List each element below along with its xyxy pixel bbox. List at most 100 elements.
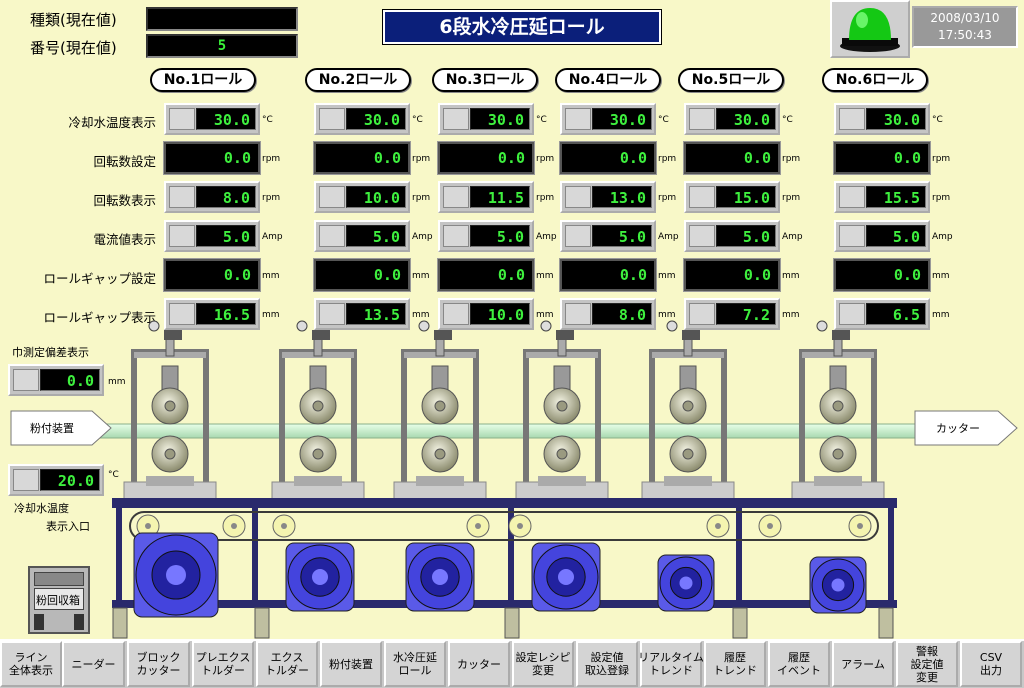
motor-4 — [531, 542, 601, 612]
roll-3-gap-set-display[interactable]: 0.0 — [437, 258, 535, 292]
powder-collector[interactable]: 粉回収箱 — [28, 566, 90, 634]
roll-4-gap-set-display[interactable]: 0.0 — [559, 258, 657, 292]
nav-button-16[interactable]: CSV 出力 — [960, 641, 1022, 687]
roll-header-2: No.2ロール — [305, 68, 411, 92]
nav-button-2[interactable]: ニーダー — [62, 641, 125, 687]
value-text: 30.0 — [470, 108, 530, 130]
nav-button-1[interactable]: ライン 全体表示 — [0, 641, 62, 687]
row-label-rpm-set: 回転数設定 — [93, 154, 156, 169]
nav-button-5[interactable]: エクス トルダー — [256, 641, 318, 687]
nav-button-12[interactable]: 履歴 トレンド — [704, 641, 766, 687]
powder-collector-label: 粉回収箱 — [36, 594, 80, 607]
time-text: 17:50:43 — [938, 28, 992, 42]
nav-button-3[interactable]: ブロック カッター — [127, 641, 190, 687]
value-text: 5.0 — [470, 225, 530, 247]
unit-text: °C — [536, 115, 547, 125]
roll-1-gap-set-display[interactable]: 0.0 — [163, 258, 261, 292]
nav-button-10[interactable]: 設定値 取込登録 — [576, 641, 638, 687]
unit-text: °C — [782, 115, 793, 125]
powder-device-arrow[interactable]: 粉付装置 — [10, 410, 112, 446]
slider-indicator — [565, 186, 591, 208]
type-label: 種類(現在値) — [30, 11, 117, 29]
roll-6-cool-display: 30.0 — [834, 103, 930, 135]
roll-6-gap-set-display[interactable]: 0.0 — [833, 258, 931, 292]
unit-text: Amp — [782, 232, 803, 242]
motor-5 — [657, 554, 715, 612]
value-text: 0.0 — [168, 147, 256, 169]
roll-stand-1 — [123, 320, 217, 501]
unit-text: mm — [782, 271, 800, 281]
roll-4-rpm-display: 13.0 — [560, 181, 656, 213]
roll-5-gap-set-display[interactable]: 0.0 — [683, 258, 781, 292]
value-text: 0.0 — [838, 147, 926, 169]
roll-stand-5 — [641, 320, 735, 501]
roll-3-amp-display: 5.0 — [438, 220, 534, 252]
roll-stand-6 — [791, 320, 885, 501]
nav-button-6[interactable]: 粉付装置 — [320, 641, 382, 687]
support-leg-4 — [732, 607, 748, 639]
value-text: 0.0 — [168, 264, 256, 286]
unit-text: Amp — [536, 232, 557, 242]
value-text: 5.0 — [866, 225, 926, 247]
roll-5-amp-display: 5.0 — [684, 220, 780, 252]
roll-header-6: No.6ロール — [822, 68, 928, 92]
roll-2-gap-set-display[interactable]: 0.0 — [313, 258, 411, 292]
unit-text: rpm — [658, 193, 677, 203]
value-text: 30.0 — [592, 108, 652, 130]
motor-1 — [133, 532, 219, 618]
unit-text: rpm — [782, 154, 801, 164]
unit-text: Amp — [262, 232, 283, 242]
roll-1-rpm-set-display[interactable]: 0.0 — [163, 141, 261, 175]
unit-text: Amp — [658, 232, 679, 242]
value-text: 8.0 — [196, 186, 256, 208]
roll-5-cool-display: 30.0 — [684, 103, 780, 135]
value-text: 5.0 — [346, 225, 406, 247]
value-text: 0.0 — [564, 147, 652, 169]
date-text: 2008/03/10 — [930, 11, 1000, 25]
roll-header-5: No.5ロール — [678, 68, 784, 92]
slider-indicator — [319, 108, 345, 130]
slider-indicator — [443, 186, 469, 208]
nav-button-8[interactable]: カッター — [448, 641, 510, 687]
slider-indicator — [319, 225, 345, 247]
unit-text: mm — [658, 271, 676, 281]
support-leg-2 — [254, 607, 270, 639]
slider-indicator — [565, 225, 591, 247]
roll-4-cool-display: 30.0 — [560, 103, 656, 135]
value-text: 0.0 — [564, 264, 652, 286]
unit-text: °C — [658, 115, 669, 125]
nav-button-14[interactable]: アラーム — [832, 641, 894, 687]
slider-indicator — [443, 225, 469, 247]
slider-indicator — [839, 225, 865, 247]
slider-indicator — [443, 108, 469, 130]
nav-button-9[interactable]: 設定レシピ 変更 — [512, 641, 574, 687]
nav-button-13[interactable]: 履歴 イベント — [768, 641, 830, 687]
value-text: 0.0 — [442, 147, 530, 169]
unit-text: rpm — [262, 193, 281, 203]
roll-6-rpm-set-display[interactable]: 0.0 — [833, 141, 931, 175]
unit-text: rpm — [782, 193, 801, 203]
cutter-arrow[interactable]: カッター — [914, 410, 1018, 446]
roll-2-rpm-display: 10.0 — [314, 181, 410, 213]
row-label-amp: 電流値表示 — [93, 232, 156, 247]
roll-2-rpm-set-display[interactable]: 0.0 — [313, 141, 411, 175]
roll-4-rpm-set-display[interactable]: 0.0 — [559, 141, 657, 175]
nav-button-11[interactable]: リアルタイム トレンド — [638, 641, 704, 687]
unit-text: Amp — [932, 232, 953, 242]
roll-2-amp-display: 5.0 — [314, 220, 410, 252]
nav-button-4[interactable]: プレエクス トルダー — [192, 641, 254, 687]
value-text: 0.0 — [838, 264, 926, 286]
unit-text: °C — [262, 115, 273, 125]
unit-text: °C — [932, 115, 943, 125]
value-text: 0.0 — [688, 264, 776, 286]
value-text: 0.0 — [318, 264, 406, 286]
roll-5-rpm-set-display[interactable]: 0.0 — [683, 141, 781, 175]
roll-5-rpm-display: 15.0 — [684, 181, 780, 213]
roll-3-rpm-set-display[interactable]: 0.0 — [437, 141, 535, 175]
nav-button-15[interactable]: 警報 設定値 変更 — [896, 641, 958, 687]
value-text: 30.0 — [346, 108, 406, 130]
motor-3 — [405, 542, 475, 612]
nav-button-7[interactable]: 水冷圧延 ロール — [384, 641, 446, 687]
value-text: 0.0 — [442, 264, 530, 286]
support-leg-5 — [878, 607, 894, 639]
